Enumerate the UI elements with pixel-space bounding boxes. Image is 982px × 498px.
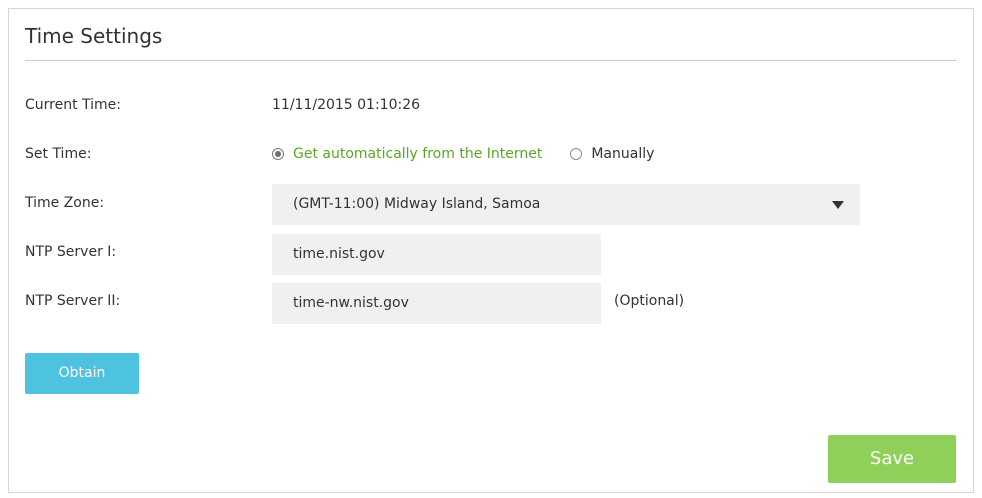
panel-title: Time Settings: [25, 24, 163, 48]
ntp-server-2-input[interactable]: [272, 283, 601, 324]
optional-hint: (Optional): [614, 293, 685, 309]
dropdown-arrow-icon[interactable]: [832, 201, 844, 209]
radio-manually-label[interactable]: Manually: [591, 146, 654, 162]
time-settings-panel: Time Settings Current Time: 11/11/2015 0…: [8, 8, 974, 493]
ntp-server-2-label: NTP Server II:: [25, 293, 121, 309]
set-time-label: Set Time:: [25, 146, 92, 162]
time-zone-select[interactable]: (GMT-11:00) Midway Island, Samoa: [272, 184, 860, 225]
save-button[interactable]: Save: [828, 435, 956, 483]
time-zone-selected-value: (GMT-11:00) Midway Island, Samoa: [293, 196, 541, 212]
radio-auto-internet[interactable]: Get automatically from the Internet: [272, 146, 542, 162]
time-zone-label: Time Zone:: [25, 195, 105, 211]
current-time-value: 11/11/2015 01:10:26: [272, 97, 421, 113]
set-time-radio-group: Get automatically from the Internet Manu…: [272, 146, 654, 162]
title-divider: [25, 60, 956, 61]
radio-auto-internet-label[interactable]: Get automatically from the Internet: [293, 146, 542, 162]
ntp-server-1-input[interactable]: [272, 234, 601, 275]
radio-unchecked-icon[interactable]: [570, 148, 583, 160]
radio-manually[interactable]: Manually: [570, 146, 654, 162]
radio-checked-icon[interactable]: [272, 148, 284, 160]
obtain-button[interactable]: Obtain: [25, 353, 139, 394]
current-time-label: Current Time:: [25, 97, 122, 113]
ntp-server-1-label: NTP Server I:: [25, 244, 117, 260]
